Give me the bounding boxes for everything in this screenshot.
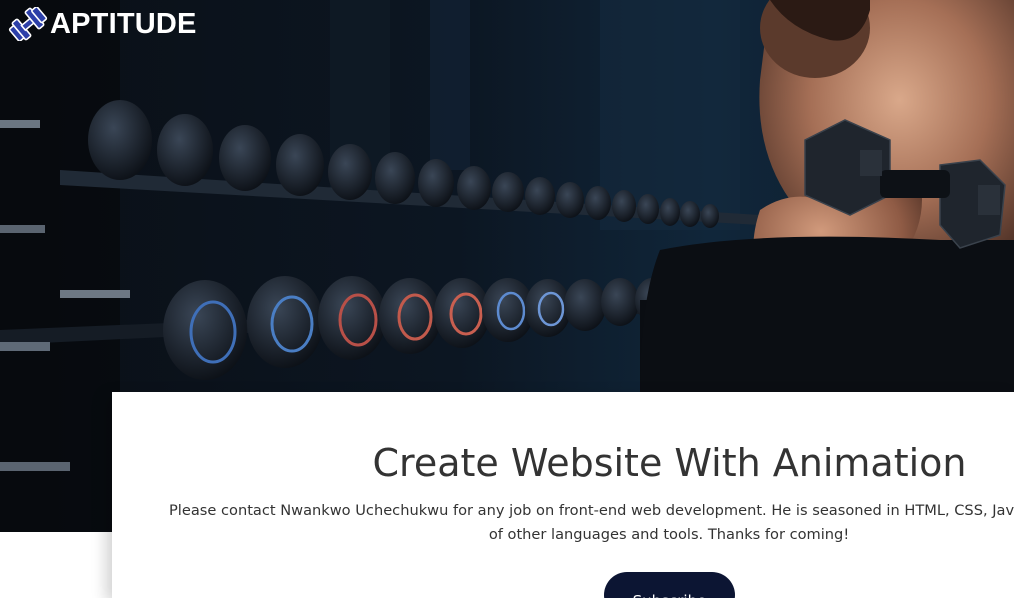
page: APTITUDE Create Website With Animation P… — [0, 0, 1014, 598]
dumbbell-logo-icon — [8, 7, 48, 41]
hero-description-line-2: of other languages and tools. Thanks for… — [488, 526, 850, 543]
hero-content-card: Create Website With Animation Please con… — [112, 392, 1014, 598]
hero-description: Please contact Nwankwo Uchechukwu for an… — [169, 499, 1014, 547]
hero-description-line-1: Please contact Nwankwo Uchechukwu for an… — [169, 502, 1014, 519]
hero-title: Create Website With Animation — [372, 441, 967, 485]
brand-logo[interactable]: APTITUDE — [8, 7, 197, 41]
subscribe-button[interactable]: Subscribe — [604, 572, 735, 598]
brand-name: APTITUDE — [50, 8, 197, 40]
